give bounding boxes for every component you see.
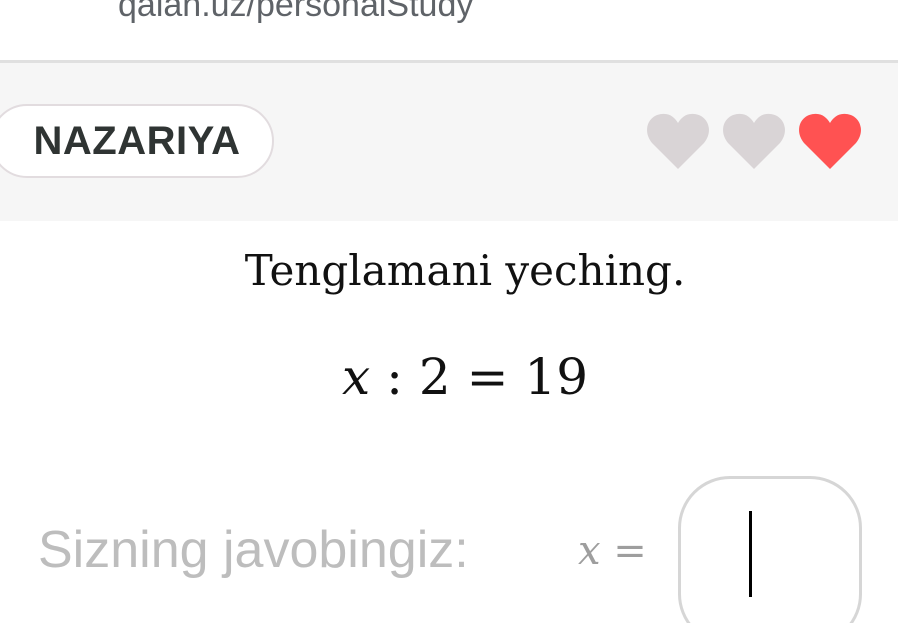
equation-variable: x <box>341 348 371 406</box>
equation-operator: : <box>386 348 403 406</box>
answer-label: Sizning javobingiz: <box>38 521 469 579</box>
equation-equals: = <box>466 348 509 406</box>
url-text[interactable]: qalan.uz/personalStudy <box>118 0 473 25</box>
heart-icon <box>646 111 710 171</box>
answer-prefix: x = <box>578 528 647 574</box>
answer-input[interactable] <box>678 476 862 623</box>
equation-result: 19 <box>524 348 589 406</box>
lives-indicator <box>646 111 862 171</box>
task-instruction: Tenglamani yeching. <box>244 246 686 295</box>
equation: x : 2 = 19 <box>0 348 898 406</box>
lesson-toolbar: NAZARIYA <box>0 63 898 221</box>
text-caret <box>749 511 752 597</box>
browser-address-bar[interactable]: qalan.uz/personalStudy <box>0 0 898 63</box>
heart-icon <box>798 111 862 171</box>
heart-icon <box>722 111 786 171</box>
answer-equals: = <box>613 528 647 574</box>
equation-divisor: 2 <box>418 348 451 406</box>
answer-variable: x <box>578 528 601 574</box>
theory-button[interactable]: NAZARIYA <box>0 104 274 178</box>
